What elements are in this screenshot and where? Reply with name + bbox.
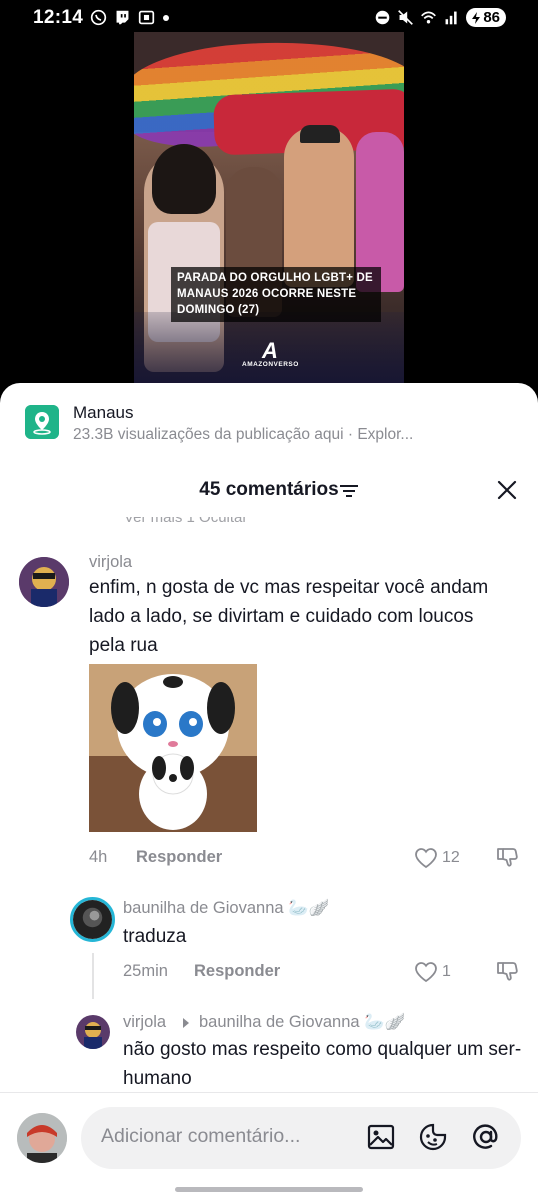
avatar[interactable] <box>70 897 115 942</box>
signal-icon <box>445 11 457 25</box>
comment-input[interactable]: Adicionar comentário... <box>81 1107 521 1169</box>
notification-icons <box>90 9 170 26</box>
comment-author[interactable]: virjola <box>89 553 132 572</box>
comment-time: 25min <box>123 962 168 980</box>
image-icon[interactable] <box>366 1122 396 1152</box>
comment-input-bar: Adicionar comentário... <box>0 1092 538 1200</box>
comments-count: 45 comentários <box>199 479 339 500</box>
hidden-replies-toggle[interactable]: Ver mais 1 Ocultar <box>124 517 247 526</box>
thread-line <box>92 953 94 999</box>
comment-text: não gosto mas respeito como qualquer um … <box>123 1039 522 1089</box>
reply-button[interactable]: Responder <box>194 962 280 981</box>
system-icons: 86 <box>374 8 506 27</box>
video-caption: PARADA DO ORGULHO LGBT+ DE MANAUS 2026 O… <box>171 267 381 322</box>
video-preview[interactable]: PARADA DO ORGULHO LGBT+ DE MANAUS 2026 O… <box>134 32 404 384</box>
heart-icon[interactable] <box>414 847 438 869</box>
battery-icon: 86 <box>466 8 506 27</box>
location-pin-icon <box>25 405 59 439</box>
location-title: Manaus <box>73 403 134 422</box>
heart-icon[interactable] <box>414 961 438 983</box>
dislike-icon[interactable] <box>495 959 519 983</box>
sort-filter-icon[interactable] <box>340 484 358 498</box>
dot-icon <box>163 14 169 21</box>
brand-logo: A AMAZONVERSO <box>242 338 299 369</box>
comment-text: traduza <box>123 926 187 947</box>
comments-sheet: Manaus 23.3B visualizações da publicação… <box>0 383 538 1200</box>
my-avatar[interactable] <box>17 1113 67 1163</box>
screen-record-icon <box>138 10 155 25</box>
wifi-icon <box>421 11 437 24</box>
sticker-image[interactable] <box>89 664 257 832</box>
home-indicator[interactable] <box>175 1187 363 1192</box>
like-count: 1 <box>442 963 451 980</box>
comment-author[interactable]: baunilha de Giovanna 🦢🪽 <box>123 899 329 918</box>
status-bar: 12:14 86 <box>0 0 538 34</box>
mute-icon <box>398 10 414 25</box>
comment-author[interactable]: virjola <box>123 1013 166 1032</box>
reply-button[interactable]: Responder <box>136 848 222 867</box>
comment-text: enfim, n gosta de vc mas respeitar você … <box>89 577 489 656</box>
mention-icon[interactable] <box>471 1122 501 1152</box>
battery-level: 86 <box>483 9 500 26</box>
status-time: 12:14 <box>33 7 84 28</box>
location-subtitle: 23.3B visualizações da publicação aqui ·… <box>73 426 414 443</box>
comment-time: 4h <box>89 848 108 866</box>
like-count: 12 <box>442 849 460 866</box>
close-icon[interactable] <box>495 478 519 502</box>
emoji-icon[interactable] <box>418 1122 448 1152</box>
avatar[interactable] <box>19 557 69 607</box>
reply-to-author[interactable]: baunilha de Giovanna 🦢🪽 <box>199 1013 405 1032</box>
twitch-icon <box>116 10 129 25</box>
whatsapp-icon <box>90 9 107 26</box>
reply-arrow-icon <box>183 1018 189 1028</box>
comment-placeholder: Adicionar comentário... <box>101 1125 301 1147</box>
location-row[interactable]: Manaus 23.3B visualizações da publicação… <box>0 383 538 458</box>
dislike-icon[interactable] <box>495 845 519 869</box>
avatar[interactable] <box>76 1015 110 1049</box>
dnd-icon <box>376 10 390 25</box>
comments-header: 45 comentários <box>0 475 538 505</box>
